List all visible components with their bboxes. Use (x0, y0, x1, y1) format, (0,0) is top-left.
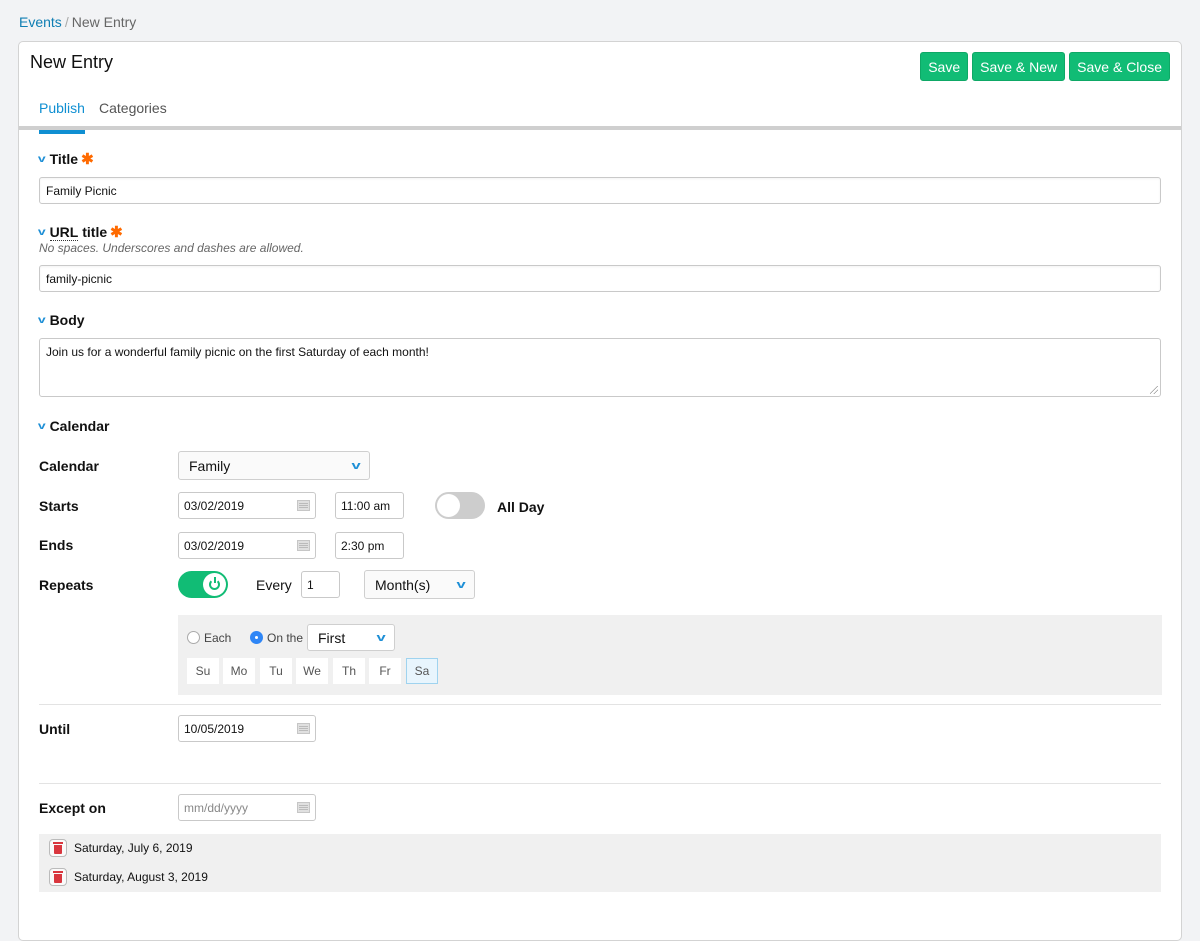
chevron-down-icon: v (351, 459, 361, 472)
breadcrumb-separator: / (64, 14, 69, 30)
day-monday[interactable]: Mo (223, 658, 255, 684)
title-label: Title (49, 151, 79, 167)
calendar-icon[interactable] (297, 500, 310, 511)
tab-bar: Publish Categories (19, 100, 1181, 134)
ends-label: Ends (39, 537, 74, 553)
list-item: Saturday, August 3, 2019 (49, 868, 208, 886)
toggle-knob (203, 573, 226, 596)
required-icon: ✱ (81, 151, 94, 168)
end-date-value: 03/02/2019 (184, 538, 245, 553)
url-title-label: title (78, 224, 108, 240)
power-icon (209, 577, 220, 590)
repeat-unit-select[interactable]: Month(s) v (364, 570, 475, 599)
url-abbr: URL (49, 223, 79, 241)
except-dates-list: Saturday, July 6, 2019 Saturday, August … (39, 834, 1161, 892)
every-label: Every (256, 577, 292, 593)
chevron-down-icon: v (376, 631, 386, 644)
day-wednesday[interactable]: We (296, 658, 328, 684)
chevron-down-icon: v (37, 314, 46, 326)
day-sunday[interactable]: Su (187, 658, 219, 684)
calendar-icon[interactable] (297, 540, 310, 551)
day-tuesday[interactable]: Tu (260, 658, 292, 684)
each-radio[interactable] (187, 631, 200, 644)
url-title-input[interactable]: family-picnic (39, 265, 1161, 292)
body-textarea[interactable]: Join us for a wonderful family picnic on… (39, 338, 1161, 397)
entry-panel: New Entry Save Save & New Save & Close P… (18, 41, 1182, 941)
start-time-input[interactable]: 11:00 am (335, 492, 404, 519)
resize-handle-icon[interactable] (1150, 386, 1158, 394)
repeat-unit-value: Month(s) (375, 576, 431, 593)
url-title-field-header[interactable]: v URL title ✱ (37, 223, 123, 242)
repeats-label: Repeats (39, 577, 94, 593)
except-date-input[interactable]: mm/dd/yyyy (178, 794, 316, 821)
until-date-value: 10/05/2019 (184, 721, 245, 736)
end-time-input[interactable]: 2:30 pm (335, 532, 404, 559)
day-saturday[interactable]: Sa (406, 658, 438, 684)
page-title: New Entry (30, 52, 114, 72)
divider (39, 704, 1161, 705)
breadcrumb-events-link[interactable]: Events (19, 14, 62, 30)
all-day-toggle[interactable] (435, 492, 485, 519)
chevron-down-icon: v (37, 420, 46, 432)
on-the-radio-label: On the (267, 631, 304, 645)
calendar-section-label: Calendar (49, 418, 110, 434)
save-and-new-button[interactable]: Save & New (972, 52, 1066, 81)
calendar-select[interactable]: Family v (178, 451, 370, 480)
starts-label: Starts (39, 498, 79, 514)
until-label: Until (39, 721, 71, 737)
except-date-text: Saturday, August 3, 2019 (74, 870, 208, 884)
tab-publish[interactable]: Publish (39, 100, 85, 134)
repeats-toggle[interactable] (178, 571, 228, 598)
ordinal-value: First (318, 629, 346, 646)
remove-date-button[interactable] (49, 839, 67, 857)
breadcrumb: Events / New Entry (19, 14, 136, 30)
start-date-input[interactable]: 03/02/2019 (178, 492, 316, 519)
day-friday[interactable]: Fr (369, 658, 401, 684)
trash-icon (53, 870, 63, 883)
except-date-placeholder: mm/dd/yyyy (184, 800, 249, 815)
save-and-close-button[interactable]: Save & Close (1069, 52, 1170, 81)
breadcrumb-current: New Entry (71, 14, 137, 30)
required-icon: ✱ (110, 224, 123, 241)
toggle-knob (437, 494, 460, 517)
calendar-icon[interactable] (297, 723, 310, 734)
except-date-text: Saturday, July 6, 2019 (74, 841, 193, 855)
divider (39, 783, 1161, 784)
calendar-select-value: Family (189, 457, 231, 474)
calendar-label: Calendar (39, 458, 99, 474)
until-date-input[interactable]: 10/05/2019 (178, 715, 316, 742)
save-button[interactable]: Save (920, 52, 969, 81)
title-field-header[interactable]: v Title ✱ (37, 150, 94, 168)
title-input[interactable]: Family Picnic (39, 177, 1161, 204)
all-day-label: All Day (497, 499, 545, 515)
list-item: Saturday, July 6, 2019 (49, 839, 193, 857)
except-on-label: Except on (39, 800, 106, 816)
body-label: Body (49, 312, 85, 328)
on-the-radio[interactable] (250, 631, 263, 644)
ordinal-select[interactable]: First v (307, 624, 395, 651)
remove-date-button[interactable] (49, 868, 67, 886)
start-date-value: 03/02/2019 (184, 498, 245, 513)
every-interval-input[interactable]: 1 (301, 571, 340, 598)
day-thursday[interactable]: Th (333, 658, 365, 684)
body-text: Join us for a wonderful family picnic on… (46, 345, 429, 359)
body-field-header[interactable]: v Body (37, 312, 85, 328)
chevron-down-icon: v (37, 153, 46, 165)
chevron-down-icon: v (456, 578, 466, 591)
calendar-field-header[interactable]: v Calendar (37, 418, 110, 434)
action-buttons: Save Save & New Save & Close (920, 52, 1170, 81)
trash-icon (53, 841, 63, 854)
chevron-down-icon: v (37, 226, 46, 238)
repeat-options-panel: Each On the First v Su Mo Tu We Th Fr Sa (178, 615, 1162, 695)
url-title-hint: No spaces. Underscores and dashes are al… (39, 241, 304, 255)
end-date-input[interactable]: 03/02/2019 (178, 532, 316, 559)
tab-categories[interactable]: Categories (99, 100, 167, 130)
each-radio-label: Each (204, 631, 232, 645)
calendar-icon[interactable] (297, 802, 310, 813)
